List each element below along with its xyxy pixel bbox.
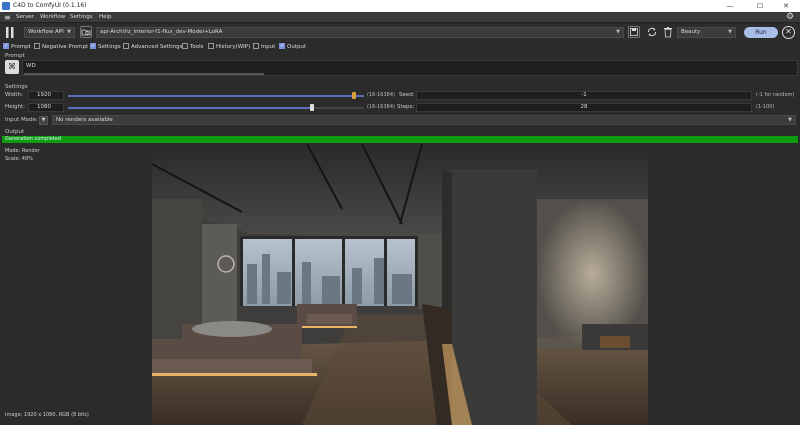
height-slider-handle[interactable] — [310, 104, 314, 111]
workflow-type-value: Workflow API — [28, 29, 64, 35]
pause-icon[interactable] — [4, 27, 16, 38]
chevron-down-icon: ▼ — [616, 29, 620, 35]
checkbox-unchecked-icon — [208, 43, 214, 49]
width-slider[interactable] — [68, 91, 364, 100]
width-range: (16-16384) — [367, 92, 395, 98]
render-preview-image — [152, 144, 648, 425]
height-range: (16-16384) — [367, 104, 395, 110]
trash-icon[interactable] — [663, 26, 673, 38]
width-label: Width: — [5, 92, 23, 98]
checkbox-unchecked-icon — [182, 43, 188, 49]
save-icon[interactable] — [628, 26, 640, 38]
width-slider-handle[interactable] — [352, 92, 356, 99]
gear-icon[interactable]: ⚙ — [786, 12, 794, 22]
workflow-file-select[interactable]: api-ArchViz_Interior-f1-flux_dev-Model+L… — [96, 27, 624, 38]
window-title: C4D to ComfyUI (0.1.16) — [13, 2, 87, 9]
pass-select[interactable]: Beauty ▼ — [677, 27, 736, 38]
maximize-button[interactable]: ☐ — [746, 0, 774, 12]
run-button[interactable]: Run — [744, 27, 778, 38]
image-info-text: Image: 1920 x 1080, RGB (8 bits) — [5, 412, 89, 418]
checkbox-unchecked-icon — [123, 43, 129, 49]
menu-settings[interactable]: Settings — [70, 14, 93, 20]
refresh-icon[interactable] — [646, 26, 658, 38]
panel-toggles: Prompt Negative Prompt Settings Advanced… — [0, 42, 800, 52]
menu-server[interactable]: Server — [16, 14, 34, 20]
width-slider-track — [68, 94, 364, 97]
steps-hint: (1-100) — [756, 104, 775, 110]
input-mode-chevron-icon[interactable]: ▼ — [39, 116, 48, 125]
input-mode-value: No renders available — [56, 117, 113, 123]
input-mode-label: Input Mode: — [5, 117, 38, 123]
close-icon[interactable]: ✕ — [782, 26, 795, 39]
steps-input[interactable]: 28 — [416, 103, 752, 112]
menu-workflow[interactable]: Workflow — [40, 14, 65, 20]
toggle-output[interactable]: Output — [279, 42, 306, 51]
title-bar: C4D to ComfyUI (0.1.16) — ☐ ✕ — [0, 0, 800, 12]
prompt-scrollbar[interactable] — [24, 73, 264, 75]
toggle-input[interactable]: Input — [253, 43, 275, 51]
settings-section-label: Settings — [5, 84, 28, 90]
height-label: Height: — [5, 104, 26, 110]
height-slider[interactable] — [68, 103, 364, 112]
prompt-section-label: Prompt — [5, 53, 25, 59]
menu-bar: ≡ Server Workflow Settings Help ⚙ — [0, 12, 800, 23]
browse-folder-icon[interactable] — [80, 26, 92, 38]
toggle-settings[interactable]: Settings — [90, 42, 121, 51]
toggle-history[interactable]: History(WIP) — [208, 43, 250, 51]
steps-label: Steps: — [397, 104, 415, 110]
checkbox-checked-icon — [3, 42, 9, 50]
workflow-file-value: api-ArchViz_Interior-f1-flux_dev-Model+L… — [100, 29, 223, 35]
seed-hint: (-1 for random) — [756, 92, 795, 98]
toggle-advanced-settings[interactable]: Advanced Settings — [123, 43, 182, 51]
hamburger-icon[interactable]: ≡ — [4, 13, 12, 22]
render-scale-text: Scale: 49% — [5, 156, 33, 162]
checkbox-unchecked-icon — [253, 43, 259, 49]
minimize-button[interactable]: — — [716, 0, 744, 12]
height-input[interactable]: 1080 — [28, 103, 64, 112]
checkbox-checked-icon — [279, 42, 285, 50]
render-mode-text: Mode: Render — [5, 148, 40, 154]
chevron-down-icon: ▼ — [67, 29, 71, 35]
checkbox-checked-icon — [90, 42, 96, 50]
prompt-helper-icon[interactable]: ⌘ — [5, 60, 19, 74]
seed-input[interactable]: -1 — [416, 91, 752, 100]
status-bar: Generation completed — [2, 136, 798, 143]
checkbox-unchecked-icon — [34, 43, 40, 49]
menu-help[interactable]: Help — [99, 14, 112, 20]
toggle-negative-prompt[interactable]: Negative Prompt — [34, 43, 88, 51]
pass-value: Beauty — [681, 29, 701, 35]
chevron-down-icon: ▼ — [788, 117, 792, 123]
toggle-prompt[interactable]: Prompt — [3, 42, 31, 51]
seed-label: Seed: — [399, 92, 415, 98]
close-window-button[interactable]: ✕ — [772, 0, 800, 12]
output-section-label: Output — [5, 129, 25, 135]
width-input[interactable]: 1920 — [28, 91, 64, 100]
workflow-type-select[interactable]: Workflow API ▼ — [24, 27, 75, 38]
chevron-down-icon: ▼ — [728, 29, 732, 35]
height-slider-fill — [68, 106, 310, 109]
prompt-text: WD — [26, 63, 36, 69]
toggle-tools[interactable]: Tools — [182, 43, 204, 51]
input-mode-select[interactable]: No renders available ▼ — [52, 115, 796, 125]
app-icon — [2, 2, 10, 10]
